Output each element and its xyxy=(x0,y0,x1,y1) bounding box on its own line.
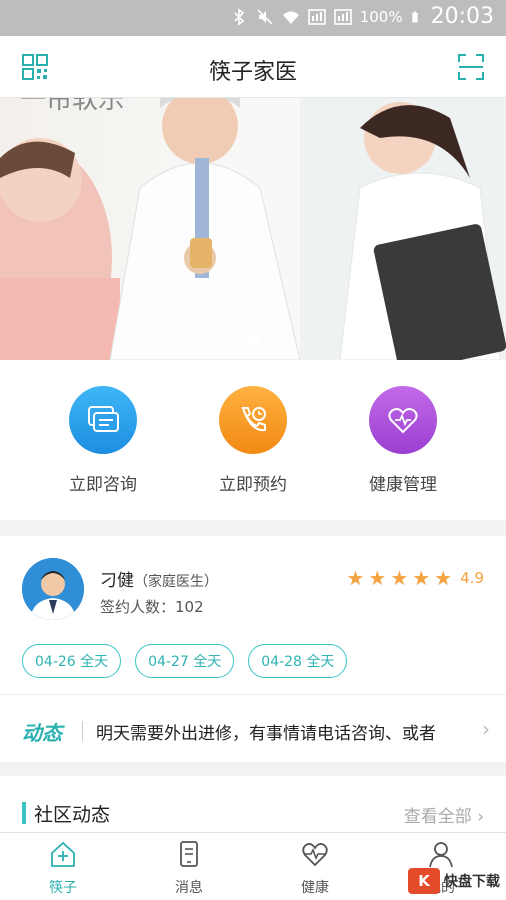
status-icons: 100% 20:03 xyxy=(230,4,494,29)
date-chip[interactable]: 04-27 全天 xyxy=(135,644,235,678)
doctor-role: （家庭医生） xyxy=(134,574,218,590)
news-tag: 动态 xyxy=(22,721,62,745)
bluetooth-icon xyxy=(234,7,244,26)
community-section: 社区动态 查看全部 › xyxy=(0,776,506,832)
doctor-avatar xyxy=(22,558,84,620)
chevron-right-icon: › xyxy=(477,807,484,827)
app-bar: 筷子家医 xyxy=(0,36,506,98)
carousel-dot[interactable] xyxy=(266,335,278,346)
divider xyxy=(82,721,83,741)
heart-pulse-icon xyxy=(302,843,328,867)
clock: 20:03 xyxy=(430,4,494,29)
health-management-button[interactable]: 健康管理 xyxy=(333,386,473,495)
battery-percent: 100% xyxy=(359,7,403,26)
date-chip[interactable]: 04-28 全天 xyxy=(248,644,348,678)
tab-health[interactable]: 健康 xyxy=(252,839,378,897)
star-icon: ★ xyxy=(412,566,431,590)
tab-home-label: 筷子 xyxy=(49,880,77,896)
book-now-label: 立即预约 xyxy=(219,475,287,495)
doctor-name: 刁健 xyxy=(100,571,134,591)
signed-label: 签约人数： xyxy=(100,598,176,616)
news-text: 明天需要外出进修，有事情请电话咨询、或者 xyxy=(96,724,436,744)
carousel-dot[interactable] xyxy=(228,335,240,346)
watermark-badge: K xyxy=(408,868,440,894)
wifi-icon xyxy=(282,11,299,24)
section-accent-bar xyxy=(22,802,26,824)
view-all-label: 查看全部 xyxy=(403,807,472,827)
star-icon: ★ xyxy=(434,566,453,590)
person-icon xyxy=(429,842,453,868)
chat-bubbles-icon xyxy=(69,386,137,454)
rating-score: 4.9 xyxy=(460,569,484,587)
message-phone-icon xyxy=(180,841,198,867)
carousel-dots xyxy=(0,335,506,346)
doctor-rating: ★ ★ ★ ★ ★ 4.9 xyxy=(346,566,484,590)
tab-health-label: 健康 xyxy=(301,880,329,896)
banner-image: 一帘软乐 xyxy=(0,98,506,360)
book-now-button[interactable]: 立即预约 xyxy=(183,386,323,495)
tab-messages[interactable]: 消息 xyxy=(126,839,252,897)
doctor-news-row[interactable]: 动态 明天需要外出进修，有事情请电话咨询、或者 › xyxy=(0,694,506,762)
health-management-label: 健康管理 xyxy=(369,475,437,495)
consult-now-button[interactable]: 立即咨询 xyxy=(33,386,173,495)
banner-carousel[interactable]: 一帘软乐 xyxy=(0,98,506,360)
banner-overlay-text: 一帘软乐 xyxy=(20,98,124,115)
watermark-text: 快盘下载 xyxy=(444,874,500,890)
signed-count-line: 签约人数：102 xyxy=(100,596,204,617)
home-plus-icon xyxy=(51,841,75,867)
carousel-dot-active[interactable] xyxy=(247,335,259,346)
view-all-link[interactable]: 查看全部 › xyxy=(404,802,484,827)
scan-icon[interactable] xyxy=(456,52,486,82)
date-chip[interactable]: 04-26 全天 xyxy=(22,644,122,678)
star-icon: ★ xyxy=(346,566,365,590)
mute-icon xyxy=(257,8,273,25)
community-title: 社区动态 xyxy=(34,804,111,826)
star-icon: ★ xyxy=(368,566,387,590)
signed-count: 102 xyxy=(175,598,204,616)
star-icon: ★ xyxy=(390,566,409,590)
status-bar: 100% 20:03 xyxy=(0,0,506,36)
signal-2-icon xyxy=(333,8,352,25)
heart-monitor-icon xyxy=(369,386,437,454)
page-title: 筷子家医 xyxy=(208,60,297,85)
watermark-logo: K 快盘下载 xyxy=(408,868,500,894)
bottom-tab-bar: 筷子 消息 健康 我的 K 快盘下载 xyxy=(0,832,506,900)
consult-now-label: 立即咨询 xyxy=(69,475,137,495)
tab-messages-label: 消息 xyxy=(175,880,203,896)
chevron-right-icon: › xyxy=(482,717,490,741)
tab-home[interactable]: 筷子 xyxy=(0,839,126,897)
available-dates: 04-26 全天 04-27 全天 04-28 全天 xyxy=(22,644,348,678)
signal-icon xyxy=(307,8,326,25)
quick-actions: 立即咨询 立即预约 健康管理 xyxy=(0,360,506,520)
doctor-card[interactable]: 刁健（家庭医生） 签约人数：102 ★ ★ ★ ★ ★ 4.9 04-26 全天… xyxy=(0,536,506,762)
phone-clock-icon xyxy=(219,386,287,454)
doctor-name-line: 刁健（家庭医生） xyxy=(100,566,218,591)
battery-icon xyxy=(411,11,418,22)
